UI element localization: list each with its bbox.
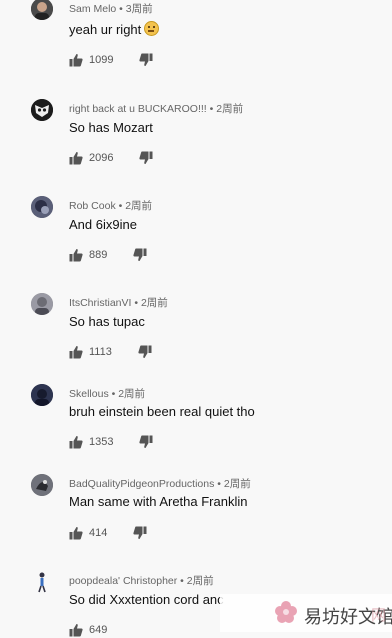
- avatar[interactable]: [31, 0, 53, 20]
- comment-author[interactable]: ItsChristianVI: [69, 297, 131, 309]
- comment-time[interactable]: 2周前: [187, 575, 214, 587]
- profile-photo-icon: [31, 196, 53, 218]
- thinking-emoji-icon: [144, 21, 160, 36]
- figure-icon: [38, 572, 46, 593]
- like-count: 1113: [89, 346, 112, 358]
- comment-meta: BadQualityPidgeonProductions • 2周前: [69, 478, 251, 490]
- comment-actions: 1099: [69, 52, 153, 68]
- comment-author[interactable]: right back at u BUCKAROO!!!: [69, 103, 207, 115]
- comment-actions: 1353: [69, 434, 153, 450]
- profile-photo-icon: [31, 384, 53, 406]
- comment-actions: 414: [69, 525, 147, 541]
- comment-actions: 2096: [69, 150, 153, 166]
- thumbs-down-icon[interactable]: [133, 248, 147, 262]
- thumbs-down-icon[interactable]: [139, 53, 153, 67]
- watermark-faint-text: 网: [370, 606, 386, 624]
- comment-text: yeah ur right: [69, 21, 160, 37]
- comment-author[interactable]: poopdeala' Christopher: [69, 575, 177, 587]
- comment-text: Man same with Aretha Franklin: [69, 494, 248, 509]
- mask-logo-icon: [31, 99, 53, 121]
- like-count: 649: [89, 624, 108, 636]
- like-count: 1353: [89, 436, 114, 448]
- comment-time[interactable]: 2周前: [224, 478, 251, 490]
- flower-logo-icon: [275, 601, 297, 623]
- thumbs-down-icon[interactable]: [133, 526, 147, 540]
- avatar[interactable]: [31, 293, 53, 315]
- profile-photo-icon: [31, 0, 53, 20]
- comment-actions: 1113: [69, 344, 152, 360]
- comment-time[interactable]: 2周前: [118, 388, 145, 400]
- avatar[interactable]: [31, 384, 53, 406]
- comment-author[interactable]: Sam Melo: [69, 3, 116, 15]
- thumbs-up-icon[interactable]: [69, 248, 83, 262]
- comment-actions: 649: [69, 622, 107, 638]
- comment-time[interactable]: 2周前: [216, 103, 243, 115]
- thumbs-up-icon[interactable]: [69, 623, 83, 637]
- comment-text: So did Xxxtention cord anc: [69, 592, 224, 607]
- comment-text: So has Mozart: [69, 120, 153, 135]
- comment-meta: Sam Melo • 3周前: [69, 3, 153, 15]
- thumbs-down-icon[interactable]: [139, 151, 153, 165]
- comment-author[interactable]: BadQualityPidgeonProductions: [69, 478, 214, 490]
- avatar[interactable]: [31, 196, 53, 218]
- like-count: 889: [89, 249, 108, 261]
- comment-actions: 889: [69, 247, 147, 263]
- avatar[interactable]: [31, 474, 53, 496]
- comment-meta: Rob Cook • 2周前: [69, 200, 153, 212]
- comment-meta: right back at u BUCKAROO!!! • 2周前: [69, 103, 244, 115]
- like-count: 2096: [89, 152, 114, 164]
- comment-time[interactable]: 2周前: [125, 200, 152, 212]
- like-count: 414: [89, 527, 108, 539]
- comment-text: bruh einstein been real quiet tho: [69, 404, 255, 419]
- comment-meta: poopdeala' Christopher • 2周前: [69, 575, 214, 587]
- comment-author[interactable]: Rob Cook: [69, 200, 116, 212]
- comment-time[interactable]: 3周前: [126, 3, 153, 15]
- thumbs-down-icon[interactable]: [138, 345, 152, 359]
- thumbs-up-icon[interactable]: [69, 526, 83, 540]
- thumbs-up-icon[interactable]: [69, 53, 83, 67]
- comment-text: So has tupac: [69, 314, 145, 329]
- thumbs-up-icon[interactable]: [69, 435, 83, 449]
- like-count: 1099: [89, 54, 114, 66]
- comment-meta: Skellous • 2周前: [69, 388, 146, 400]
- watermark: 易坊好文馆 网: [220, 594, 392, 632]
- comment-text: And 6ix9ine: [69, 217, 137, 232]
- thumbs-up-icon[interactable]: [69, 345, 83, 359]
- profile-photo-icon: [31, 474, 53, 496]
- avatar[interactable]: [31, 99, 53, 121]
- comment-author[interactable]: Skellous: [69, 388, 109, 400]
- comment-time[interactable]: 2周前: [141, 297, 168, 309]
- thumbs-down-icon[interactable]: [139, 435, 153, 449]
- avatar[interactable]: [31, 571, 53, 593]
- thumbs-up-icon[interactable]: [69, 151, 83, 165]
- profile-photo-icon: [31, 293, 53, 315]
- comment-meta: ItsChristianVI • 2周前: [69, 297, 168, 309]
